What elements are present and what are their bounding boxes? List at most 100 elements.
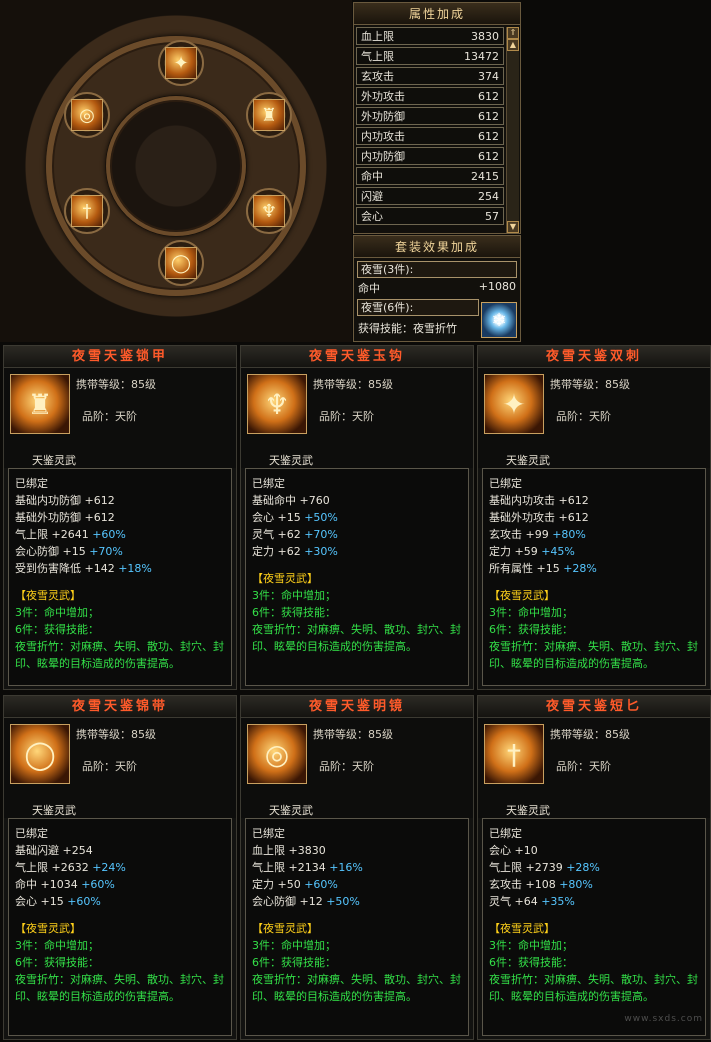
- item-level: 携带等级：85级: [313, 728, 393, 741]
- bound-status: 已绑定: [489, 477, 522, 490]
- slot-bottom[interactable]: ◯: [158, 240, 204, 286]
- stat-line: 基础内功防御 +612: [15, 492, 225, 509]
- set-six-piece-bonus: 6件：获得技能：: [489, 623, 573, 636]
- hook-icon: ♆: [247, 374, 307, 434]
- attribute-value: 612: [478, 129, 499, 143]
- attribute-label: 内功防御: [361, 150, 405, 163]
- stat-value: +10: [514, 844, 538, 857]
- slot-upper-right[interactable]: ♜: [246, 92, 292, 138]
- slot-lower-left[interactable]: †: [64, 188, 110, 234]
- attribute-label: 玄攻击: [361, 70, 394, 83]
- attribute-label: 会心: [361, 210, 383, 223]
- stat-line: 气上限 +2134 +16%: [252, 859, 462, 876]
- item-card[interactable]: 夜雪天鉴明镜 ◎ 携带等级：85级 品阶：天阶 天鉴灵武 已绑定 血上限 +3830 气上限…: [240, 695, 474, 1040]
- stat-line: 受到伤害降低 +142 +18%: [15, 560, 225, 577]
- stat-value: +50: [277, 878, 301, 891]
- stat-name: 灵气: [489, 895, 511, 908]
- set-hit-line: 命中 +1080: [354, 278, 520, 296]
- stat-name: 基础内功攻击: [489, 494, 555, 507]
- item-weapon-type: 天鉴灵武: [32, 454, 76, 467]
- stat-name: 基础外功攻击: [489, 511, 555, 524]
- attribute-label: 血上限: [361, 30, 394, 43]
- set-hit-value: +1080: [478, 280, 516, 293]
- item-card[interactable]: 夜雪天鉴锁甲 ♜ 携带等级：85级 品阶：天阶 天鉴灵武 已绑定 基础内功防御 +612 基…: [3, 345, 237, 690]
- stat-name: 玄攻击: [489, 878, 522, 891]
- snow-skill-icon[interactable]: ❄: [481, 302, 517, 338]
- bound-status: 已绑定: [15, 477, 48, 490]
- set-three-piece-bonus: 3件：命中增加；: [489, 606, 573, 619]
- stat-line: 气上限 +2632 +24%: [15, 859, 225, 876]
- stat-value: +15: [40, 895, 64, 908]
- stat-line: 命中 +1034 +60%: [15, 876, 225, 893]
- slot-upper-left[interactable]: ◎: [64, 92, 110, 138]
- stat-line: 定力 +50 +60%: [252, 876, 462, 893]
- stat-name: 命中: [15, 878, 37, 891]
- set-name: 【夜雪灵武】: [252, 922, 318, 935]
- stat-value: +760: [299, 494, 330, 507]
- item-header: † 携带等级：85级 品阶：天阶 天鉴灵武: [478, 718, 710, 818]
- item-title: 夜雪天鉴明镜: [241, 696, 473, 718]
- item-rank: 品阶：天阶: [319, 760, 374, 773]
- stat-name: 会心防御: [252, 895, 296, 908]
- slot-lower-right[interactable]: ♆: [246, 188, 292, 234]
- scroll-up-icon[interactable]: ▲: [507, 39, 519, 51]
- attribute-scrollbar[interactable]: ⇑ ▲ ▼: [506, 27, 519, 233]
- item-details: 已绑定 血上限 +3830 气上限 +2134 +16% 定力 +50 +60% 会心…: [245, 818, 469, 1036]
- stat-line: 会心防御 +12 +50%: [252, 893, 462, 910]
- set-six-piece-bonus: 6件：获得技能：: [252, 606, 336, 619]
- set-three-piece-bonus: 3件：命中增加；: [15, 606, 99, 619]
- dagger-icon: †: [484, 724, 544, 784]
- item-rank: 品阶：天阶: [82, 410, 137, 423]
- stat-name: 气上限: [252, 861, 285, 874]
- item-card[interactable]: 夜雪天鉴锦带 ◯ 携带等级：85级 品阶：天阶 天鉴灵武 已绑定 基础闪避 +254 气上限…: [3, 695, 237, 1040]
- item-weapon-type: 天鉴灵武: [506, 454, 550, 467]
- stat-line: 会心 +15 +50%: [252, 509, 462, 526]
- belt-icon: ◯: [165, 247, 197, 279]
- stat-percent: +30%: [304, 545, 338, 558]
- stat-value: +62: [277, 545, 301, 558]
- stat-name: 定力: [489, 545, 511, 558]
- item-card[interactable]: 夜雪天鉴双刺 ✦ 携带等级：85级 品阶：天阶 天鉴灵武 已绑定 基础内功攻击 +612 基…: [477, 345, 711, 690]
- stat-name: 定力: [252, 545, 274, 558]
- item-details: 已绑定 基础内功攻击 +612 基础外功攻击 +612 玄攻击 +99 +80% 定…: [482, 468, 706, 686]
- item-rank: 品阶：天阶: [319, 410, 374, 423]
- stat-value: +254: [62, 844, 93, 857]
- watermark: www.sxds.com: [624, 1014, 703, 1024]
- stat-percent: +70%: [304, 528, 338, 541]
- item-level: 携带等级：85级: [76, 728, 156, 741]
- attribute-row: 命中 2415: [356, 167, 504, 185]
- set-six-piece-bonus: 6件：获得技能：: [489, 956, 573, 969]
- bound-status: 已绑定: [252, 827, 285, 840]
- stat-line: 玄攻击 +108 +80%: [489, 876, 699, 893]
- stat-value: +2134: [288, 861, 326, 874]
- stat-percent: +60%: [304, 878, 338, 891]
- stat-line: 气上限 +2641 +60%: [15, 526, 225, 543]
- scroll-top-icon[interactable]: ⇑: [507, 27, 519, 39]
- stat-name: 气上限: [489, 861, 522, 874]
- attribute-value: 374: [478, 69, 499, 83]
- skill-description: 夜雪折竹：对麻痹、失明、散功、封穴、封印、眩晕的目标造成的伤害提高。: [15, 640, 224, 670]
- set-three-piece-bonus: 3件：命中增加；: [489, 939, 573, 952]
- stat-name: 基础内功防御: [15, 494, 81, 507]
- set-name: 【夜雪灵武】: [489, 589, 555, 602]
- skill-description: 夜雪折竹：对麻痹、失明、散功、封穴、封印、眩晕的目标造成的伤害提高。: [252, 973, 461, 1003]
- stat-line: 气上限 +2739 +28%: [489, 859, 699, 876]
- item-card[interactable]: 夜雪天鉴短匕 † 携带等级：85级 品阶：天阶 天鉴灵武 已绑定 会心 +10 气上限 +2…: [477, 695, 711, 1040]
- attribute-value: 3830: [471, 29, 499, 43]
- attribute-row: 内功攻击 612: [356, 127, 504, 145]
- stat-value: +15: [277, 511, 301, 524]
- stat-name: 玄攻击: [489, 528, 522, 541]
- stat-line: 血上限 +3830: [252, 842, 462, 859]
- stat-percent: +18%: [118, 562, 152, 575]
- slot-top[interactable]: ✦: [158, 40, 204, 86]
- stat-name: 所有属性: [489, 562, 533, 575]
- stat-value: +15: [62, 545, 86, 558]
- scroll-down-icon[interactable]: ▼: [507, 221, 519, 233]
- set-six-piece: 夜雪(6件):: [357, 299, 479, 316]
- stat-name: 血上限: [252, 844, 285, 857]
- stat-line: 基础命中 +760: [252, 492, 462, 509]
- item-card[interactable]: 夜雪天鉴玉钩 ♆ 携带等级：85级 品阶：天阶 天鉴灵武 已绑定 基础命中 +760 会心 …: [240, 345, 474, 690]
- stat-name: 定力: [252, 878, 274, 891]
- attribute-label: 内功攻击: [361, 130, 405, 143]
- stat-name: 受到伤害降低: [15, 562, 81, 575]
